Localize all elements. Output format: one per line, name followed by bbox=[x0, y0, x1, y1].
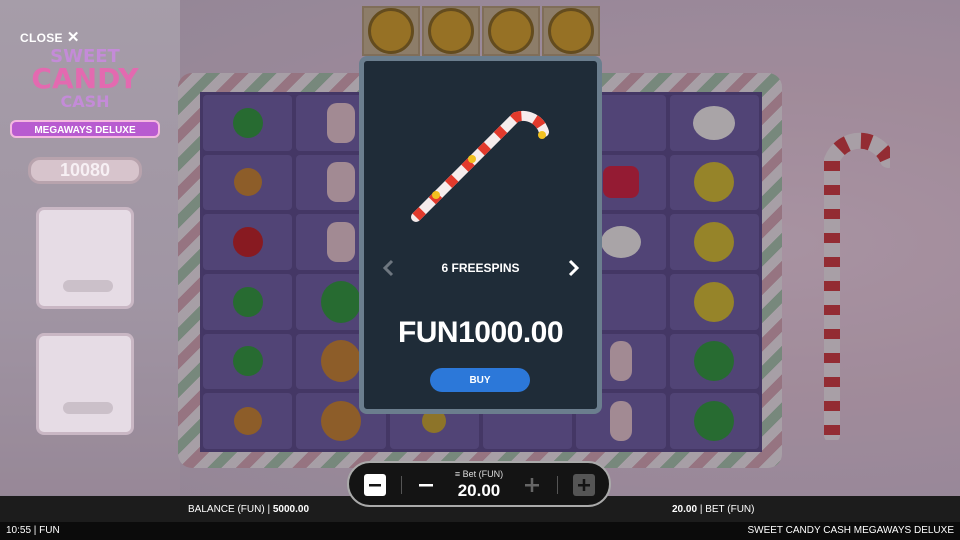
min-bet-icon bbox=[369, 484, 381, 487]
megaways-counter: 10080 bbox=[28, 157, 142, 184]
increase-bet-button[interactable] bbox=[521, 474, 543, 496]
time-currency: 10:55 | FUN bbox=[6, 525, 60, 536]
separator bbox=[401, 476, 402, 494]
candy-cane-icon bbox=[411, 110, 549, 222]
close-icon: ✕ bbox=[66, 29, 80, 46]
close-label: CLOSE bbox=[20, 31, 63, 45]
bet-label: ≡ Bet (FUN) bbox=[429, 469, 529, 479]
next-feature-button[interactable] bbox=[562, 253, 586, 283]
balance-value: 5000.00 bbox=[272, 504, 310, 515]
chevron-right-icon bbox=[568, 259, 580, 277]
balance-label: BALANCE (FUN) bbox=[188, 504, 265, 515]
close-button[interactable]: CLOSE ✕ bbox=[20, 29, 80, 46]
buy-feature-modal: 6 FREESPINS FUN1000.00 BUY bbox=[359, 56, 602, 414]
max-bet-button[interactable] bbox=[573, 474, 595, 496]
coins-icon: ≡ bbox=[454, 469, 463, 479]
logo-line-2: CANDY bbox=[31, 62, 139, 95]
bet-panel: ≡ Bet (FUN) 20.00 bbox=[347, 461, 611, 507]
balance-display: BALANCE (FUN) | 5000.00 bbox=[188, 504, 309, 515]
feature-option-panel bbox=[36, 207, 134, 309]
feature-toggle bbox=[63, 402, 113, 414]
feature-toggle bbox=[63, 280, 113, 292]
feature-option-panel bbox=[36, 333, 134, 435]
min-bet-button[interactable] bbox=[364, 474, 386, 496]
max-bet-icon bbox=[578, 479, 590, 491]
bet-display-value: 20.00 bbox=[672, 504, 698, 515]
bet-display-label: BET (FUN) bbox=[705, 504, 755, 515]
chevron-left-icon bbox=[382, 259, 394, 277]
bet-label-text: Bet (FUN) bbox=[462, 469, 504, 479]
status-bar: 10:55 | FUN SWEET CANDY CASH MEGAWAYS DE… bbox=[0, 522, 960, 540]
plus-icon bbox=[525, 478, 539, 492]
game-logo: SWEET CANDY CASH MEGAWAYS DELUXE bbox=[10, 46, 160, 142]
feature-selector: 6 FREESPINS bbox=[364, 253, 597, 283]
game-title: SWEET CANDY CASH MEGAWAYS DELUXE bbox=[747, 525, 954, 536]
feature-label: 6 FREESPINS bbox=[441, 261, 520, 275]
bet-value: 20.00 bbox=[457, 481, 501, 500]
bet-display: 20.00 | BET (FUN) bbox=[672, 504, 754, 515]
logo-line-3: CASH bbox=[60, 92, 110, 111]
logo-band: MEGAWAYS DELUXE bbox=[10, 120, 160, 138]
separator bbox=[557, 476, 558, 494]
buy-button[interactable]: BUY bbox=[430, 368, 530, 392]
previous-feature-button[interactable] bbox=[376, 253, 400, 283]
feature-price: FUN1000.00 bbox=[397, 316, 564, 349]
